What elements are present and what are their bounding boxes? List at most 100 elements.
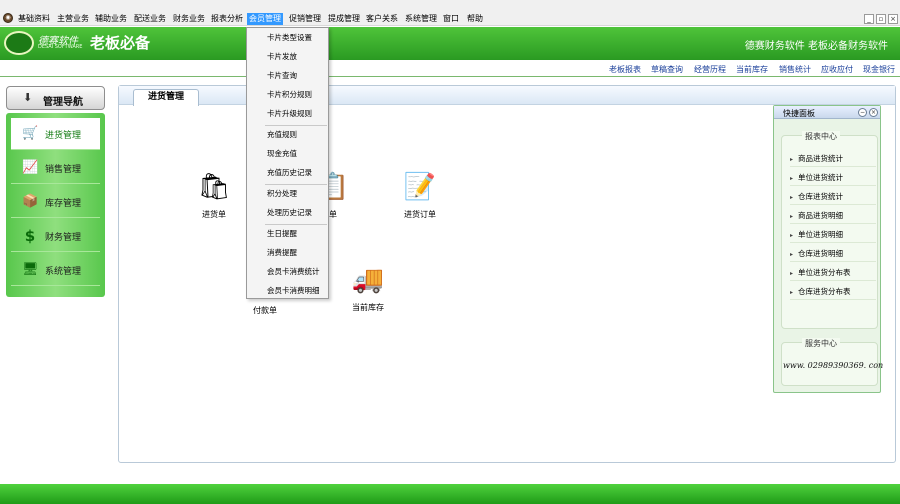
- quicklink-boss-report[interactable]: 老板报表: [609, 64, 641, 75]
- nav-item-label: 库存管理: [45, 199, 82, 209]
- report-item[interactable]: ▸ 单位进货明细: [790, 227, 876, 243]
- menu-bar: ◉ 基础资料 主营业务 辅助业务 配送业务 财务业务 报表分析 会员管理 促销管…: [0, 0, 900, 26]
- menu-member-management[interactable]: 会员管理: [247, 13, 283, 25]
- quick-panel-titlebar: 快捷面板 − ×: [774, 106, 880, 119]
- nav-panel: 🛒 进货管理 📈 销售管理 📦 库存管理 $ 财务管理 🖥 系统管理: [6, 113, 105, 297]
- quick-link-bar: 老板报表 草稿查询 经营历程 当前库存 销售统计 应收应付 现金银行: [0, 60, 900, 77]
- report-item[interactable]: ▸ 商品进货统计: [790, 151, 876, 167]
- report-item[interactable]: ▸ 仓库进货分布表: [790, 284, 876, 300]
- dropdown-item[interactable]: 积分处理: [247, 185, 328, 203]
- restore-icon[interactable]: ▫: [876, 14, 886, 24]
- tab-purchase-management[interactable]: 进货管理: [133, 89, 199, 106]
- quicklink-business-history[interactable]: 经营历程: [694, 64, 726, 75]
- menu-basic-data[interactable]: 基础资料: [16, 13, 52, 25]
- slogan-left: 老板必备: [90, 34, 151, 52]
- menu-finance[interactable]: 财务业务: [171, 13, 207, 25]
- nav-item-label: 系统管理: [45, 267, 82, 277]
- report-item[interactable]: ▸ 仓库进货统计: [790, 189, 876, 205]
- report-item[interactable]: ▸ 仓库进货明细: [790, 246, 876, 262]
- nav-item-finance[interactable]: $ 财务管理: [11, 220, 100, 252]
- quicklink-receivables-payables[interactable]: 应收应付: [821, 64, 853, 75]
- report-item[interactable]: ▸ 单位进货统计: [790, 170, 876, 186]
- dropdown-item[interactable]: 充值规则: [247, 126, 328, 144]
- quicklink-sales-stats[interactable]: 销售统计: [779, 64, 811, 75]
- logo-subtitle: DESAI SOFTWARE: [38, 44, 83, 50]
- monitor-icon: 🖥: [22, 262, 39, 277]
- slogan-right: 德赛财务软件 老板必备财务软件: [744, 41, 888, 52]
- menu-reports[interactable]: 报表分析: [209, 13, 245, 25]
- menu-system[interactable]: 系统管理: [403, 13, 439, 25]
- nav-item-system[interactable]: 🖥 系统管理: [11, 254, 100, 286]
- service-contact: www. 02989390369. con: [783, 361, 884, 370]
- service-center-title: 服务中心: [802, 338, 840, 349]
- arrow-right-icon: ▸: [790, 194, 794, 201]
- quicklink-cash-bank[interactable]: 现金银行: [863, 64, 895, 75]
- order-form-icon: 📝: [403, 172, 437, 202]
- menu-commission[interactable]: 提成管理: [326, 13, 362, 25]
- module-purchase-order[interactable]: 📝 进货订单: [390, 168, 450, 220]
- box-icon: 📦: [22, 194, 39, 209]
- quicklink-draft-query[interactable]: 草稿查询: [651, 64, 683, 75]
- dropdown-item[interactable]: 卡片升级规则: [247, 105, 328, 123]
- shopping-bags-icon: 🛍: [197, 172, 231, 202]
- nav-item-label: 财务管理: [45, 233, 82, 243]
- module-purchase-bill[interactable]: 🛍 进货单: [184, 168, 244, 220]
- nav-item-label: 销售管理: [45, 165, 82, 175]
- nav-title-label: 管理导航: [43, 97, 83, 108]
- menu-help[interactable]: 帮助: [465, 13, 485, 25]
- dropdown-item[interactable]: 卡片类型设置: [247, 29, 328, 47]
- dropdown-item[interactable]: 会员卡消费明细: [247, 282, 328, 300]
- dropdown-item[interactable]: 消费提醒: [247, 244, 328, 262]
- dropdown-item[interactable]: 会员卡消费统计: [247, 263, 328, 281]
- menu-customer-relations[interactable]: 客户关系: [364, 13, 400, 25]
- module-label: 付款单: [253, 306, 277, 315]
- arrow-right-icon: ▸: [790, 213, 794, 220]
- report-item[interactable]: ▸ 商品进货明细: [790, 208, 876, 224]
- arrow-right-icon: ▸: [790, 289, 794, 296]
- close-icon[interactable]: ×: [869, 108, 878, 117]
- menu-main-business[interactable]: 主营业务: [55, 13, 91, 25]
- nav-item-label: 进货管理: [45, 131, 82, 141]
- module-label: 进货单: [202, 210, 226, 219]
- dropdown-item[interactable]: 卡片查询: [247, 67, 328, 85]
- arrow-right-icon: ▸: [790, 270, 794, 277]
- nav-item-sales[interactable]: 📈 销售管理: [11, 152, 100, 184]
- collapse-icon[interactable]: −: [858, 108, 867, 117]
- report-item[interactable]: ▸ 单位进货分布表: [790, 265, 876, 281]
- cart-icon: 🛒: [22, 126, 39, 141]
- quicklink-current-stock[interactable]: 当前库存: [736, 64, 768, 75]
- service-center: 服务中心 www. 02989390369. con: [781, 338, 883, 386]
- module-label: 当前库存: [352, 303, 384, 312]
- dropdown-item[interactable]: 卡片积分规则: [247, 86, 328, 104]
- module-label: 进货订单: [404, 210, 436, 219]
- arrow-right-icon: ▸: [790, 156, 794, 163]
- dropdown-item[interactable]: 生日提醒: [247, 225, 328, 243]
- app-icon[interactable]: ◉: [3, 13, 13, 23]
- report-center-title: 报表中心: [802, 131, 840, 142]
- inventory-icon: 🚚: [351, 265, 385, 295]
- dollar-icon: $: [24, 227, 36, 245]
- header-banner: 德赛软件 DESAI SOFTWARE 老板必备 德赛财务软件 老板必备财务软件: [0, 27, 900, 60]
- nav-title[interactable]: ⬇ 管理导航: [6, 86, 105, 110]
- chart-icon: 📈: [22, 160, 39, 175]
- menu-promotion[interactable]: 促销管理: [287, 13, 323, 25]
- close-icon[interactable]: ×: [888, 14, 898, 24]
- minimize-icon[interactable]: _: [864, 14, 874, 24]
- dropdown-item[interactable]: 现金充值: [247, 145, 328, 163]
- member-management-dropdown: 卡片类型设置 卡片发放 卡片查询 卡片积分规则 卡片升级规则 充值规则 现金充值…: [246, 27, 329, 299]
- logo-icon: [4, 31, 34, 55]
- menu-window[interactable]: 窗口: [441, 13, 461, 25]
- report-center: 报表中心 ▸ 商品进货统计 ▸ 单位进货统计 ▸ 仓库进货统计 ▸ 商品进货明细 ▸ 单位…: [781, 131, 878, 329]
- nav-item-purchase[interactable]: 🛒 进货管理: [11, 118, 100, 150]
- arrow-right-icon: ▸: [790, 175, 794, 182]
- dropdown-item[interactable]: 处理历史记录: [247, 204, 328, 222]
- dropdown-item[interactable]: 卡片发放: [247, 48, 328, 66]
- menu-delivery[interactable]: 配送业务: [132, 13, 168, 25]
- module-current-stock[interactable]: 🚚 当前库存: [338, 261, 398, 313]
- menu-aux-business[interactable]: 辅助业务: [93, 13, 129, 25]
- quick-panel: 快捷面板 − × 报表中心 ▸ 商品进货统计 ▸ 单位进货统计 ▸ 仓库进货统计 ▸ 商…: [773, 105, 883, 393]
- arrow-right-icon: ▸: [790, 251, 794, 258]
- nav-item-inventory[interactable]: 📦 库存管理: [11, 186, 100, 218]
- dropdown-item[interactable]: 充值历史记录: [247, 164, 328, 182]
- arrow-right-icon: ▸: [790, 232, 794, 239]
